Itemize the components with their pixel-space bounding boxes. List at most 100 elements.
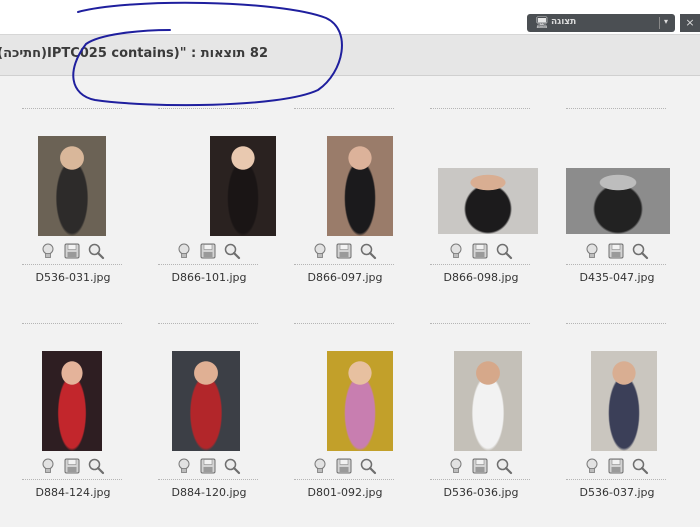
thumbnail-tile[interactable]: D536-031.jpg (20, 108, 156, 293)
thumbnail-photo[interactable] (327, 351, 393, 451)
divider (294, 264, 394, 265)
lightbulb-icon[interactable] (39, 242, 57, 260)
lightbulb-icon[interactable] (583, 242, 601, 260)
thumbnail-tile[interactable]: D536-036.jpg (428, 323, 564, 508)
save-icon[interactable] (607, 242, 625, 260)
thumbnail-actions (175, 242, 245, 262)
magnify-icon[interactable] (87, 242, 105, 260)
thumbnail-actions (583, 457, 653, 477)
magnify-icon[interactable] (359, 457, 377, 475)
lightbulb-icon[interactable] (175, 242, 193, 260)
thumbnail-tile[interactable]: D884-124.jpg (20, 323, 156, 508)
thumbnail-grid: D536-031.jpg D866-101.jpg D866-097.jpg D866… (0, 0, 700, 527)
thumbnail-photo[interactable] (42, 351, 102, 451)
lightbulb-icon[interactable] (311, 457, 329, 475)
thumbnail-filename[interactable]: D536-037.jpg (564, 486, 670, 499)
divider (294, 323, 394, 324)
thumbnail-filename[interactable]: D884-120.jpg (156, 486, 262, 499)
thumbnail-photo[interactable] (172, 351, 240, 451)
lightbulb-icon[interactable] (311, 242, 329, 260)
divider (22, 323, 122, 324)
save-icon[interactable] (63, 457, 81, 475)
divider (430, 108, 530, 109)
thumbnail-actions (175, 457, 245, 477)
save-icon[interactable] (335, 242, 353, 260)
thumbnail-photo[interactable] (327, 136, 393, 236)
save-icon[interactable] (199, 457, 217, 475)
divider (158, 264, 258, 265)
thumbnail-image-box[interactable] (156, 126, 276, 236)
thumbnail-filename[interactable]: D801-092.jpg (292, 486, 398, 499)
divider (566, 108, 666, 109)
divider (430, 323, 530, 324)
thumbnail-image-box[interactable] (428, 341, 534, 451)
divider (158, 323, 258, 324)
divider (158, 108, 258, 109)
magnify-icon[interactable] (631, 242, 649, 260)
thumbnail-actions (583, 242, 653, 262)
lightbulb-icon[interactable] (175, 457, 193, 475)
save-icon[interactable] (63, 242, 81, 260)
save-icon[interactable] (471, 457, 489, 475)
thumbnail-filename[interactable]: D536-036.jpg (428, 486, 534, 499)
thumbnail-image-box[interactable] (20, 126, 126, 236)
divider (430, 479, 530, 480)
magnify-icon[interactable] (495, 457, 513, 475)
thumbnail-actions (39, 457, 109, 477)
divider (294, 108, 394, 109)
thumbnail-actions (39, 242, 109, 262)
magnify-icon[interactable] (223, 242, 241, 260)
save-icon[interactable] (471, 242, 489, 260)
thumbnail-tile[interactable]: D866-097.jpg (292, 108, 428, 293)
thumbnail-photo[interactable] (210, 136, 276, 236)
thumbnail-tile[interactable]: D801-092.jpg (292, 323, 428, 508)
thumbnail-tile[interactable]: D536-037.jpg (564, 323, 700, 508)
thumbnail-tile[interactable]: D884-120.jpg (156, 323, 292, 508)
save-icon[interactable] (199, 242, 217, 260)
thumbnail-image-box[interactable] (428, 126, 538, 236)
thumbnail-actions (447, 457, 517, 477)
thumbnail-filename[interactable]: D884-124.jpg (20, 486, 126, 499)
thumbnail-actions (311, 242, 381, 262)
thumbnail-photo[interactable] (438, 168, 538, 234)
save-icon[interactable] (607, 457, 625, 475)
thumbnail-photo[interactable] (591, 351, 657, 451)
divider (22, 264, 122, 265)
save-icon[interactable] (335, 457, 353, 475)
thumbnail-image-box[interactable] (156, 341, 262, 451)
thumbnail-image-box[interactable] (564, 341, 670, 451)
thumbnail-filename[interactable]: D866-098.jpg (428, 271, 534, 284)
thumbnail-image-box[interactable] (292, 126, 398, 236)
thumbnail-photo[interactable] (454, 351, 522, 451)
lightbulb-icon[interactable] (39, 457, 57, 475)
thumbnail-photo[interactable] (38, 136, 106, 236)
magnify-icon[interactable] (631, 457, 649, 475)
lightbulb-icon[interactable] (447, 457, 465, 475)
thumbnail-image-box[interactable] (564, 126, 670, 236)
lightbulb-icon[interactable] (447, 242, 465, 260)
divider (22, 108, 122, 109)
thumbnail-image-box[interactable] (20, 341, 126, 451)
thumbnail-tile[interactable]: D435-047.jpg (564, 108, 700, 293)
magnify-icon[interactable] (359, 242, 377, 260)
thumbnail-photo[interactable] (566, 168, 670, 234)
thumbnail-tile[interactable]: D866-098.jpg (428, 108, 564, 293)
divider (158, 479, 258, 480)
divider (566, 323, 666, 324)
divider (22, 479, 122, 480)
divider (430, 264, 530, 265)
thumbnail-tile[interactable]: D866-101.jpg (156, 108, 292, 293)
magnify-icon[interactable] (495, 242, 513, 260)
thumbnail-actions (447, 242, 517, 262)
thumbnail-filename[interactable]: D866-097.jpg (292, 271, 398, 284)
thumbnail-filename[interactable]: D536-031.jpg (20, 271, 126, 284)
lightbulb-icon[interactable] (583, 457, 601, 475)
thumbnail-image-box[interactable] (292, 341, 398, 451)
thumbnail-filename[interactable]: D866-101.jpg (156, 271, 262, 284)
divider (566, 479, 666, 480)
magnify-icon[interactable] (87, 457, 105, 475)
thumbnail-filename[interactable]: D435-047.jpg (564, 271, 670, 284)
divider (294, 479, 394, 480)
divider (566, 264, 666, 265)
magnify-icon[interactable] (223, 457, 241, 475)
